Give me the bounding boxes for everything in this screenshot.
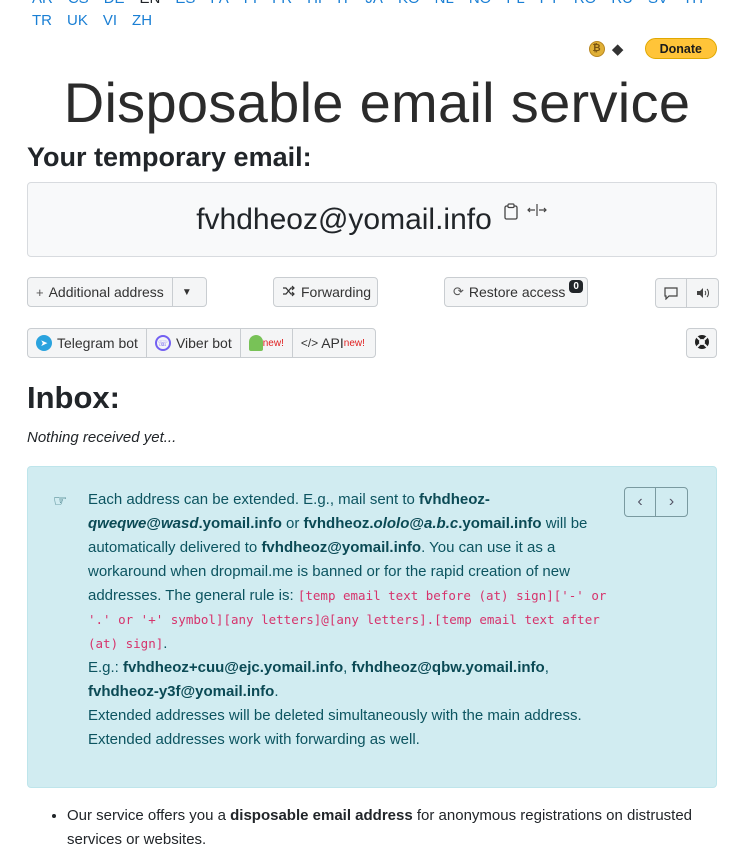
language-list: AR CS DE EN ES FA FI FR HI IT JA KO NL NO PL PT RO RU SV TH… — [32, 0, 732, 32]
pointing-hand-icon: ☞ — [53, 493, 68, 510]
lifebuoy-icon — [694, 334, 710, 353]
telegram-icon: ➤ — [36, 335, 52, 351]
restore-count-badge: 0 — [569, 279, 583, 293]
language-link-ro[interactable]: RO — [574, 0, 597, 10]
speaker-icon[interactable] — [687, 279, 718, 307]
forwarding-button[interactable]: Forwarding — [273, 277, 378, 307]
language-link-nl[interactable]: NL — [435, 0, 454, 10]
example-address-2: fvhdheoz.ololo@a.b.c.yomail.info — [303, 515, 542, 532]
language-link-fr[interactable]: FR — [272, 0, 292, 10]
info-intro: Each address can be extended. E.g., mail… — [88, 491, 420, 508]
language-link-de[interactable]: DE — [104, 0, 125, 10]
language-link-hi[interactable]: HI — [307, 0, 322, 10]
info-forwarding: Extended addresses work with forwarding … — [88, 731, 420, 748]
api-new-badge: new! — [343, 337, 365, 349]
bitcoin-icon[interactable]: ₿ — [588, 40, 605, 57]
language-link-ja[interactable]: JA — [365, 0, 383, 10]
language-link-pl[interactable]: PL — [506, 0, 524, 10]
language-link-tr[interactable]: TR — [32, 10, 52, 32]
info-deleted: Extended addresses will be deleted simul… — [88, 707, 582, 724]
language-link-fi[interactable]: FI — [244, 0, 257, 10]
refresh-icon: ⟳ — [453, 284, 464, 299]
restore-access-button[interactable]: ⟳ Restore access 0 — [444, 277, 588, 307]
android-icon — [248, 335, 263, 351]
example-5: fvhdheoz-y3f@yomail.info — [88, 683, 275, 700]
chevron-down-icon[interactable]: ▼ — [173, 278, 201, 306]
forwarding-label: Forwarding — [301, 284, 372, 300]
chat-icon[interactable] — [656, 279, 687, 307]
language-link-en[interactable]: EN — [140, 0, 161, 10]
page-title: Disposable email service — [63, 71, 691, 134]
additional-address-button[interactable]: + Additional address ▼ — [27, 277, 207, 307]
shuffle-icon — [282, 285, 296, 300]
language-link-pt[interactable]: PT — [540, 0, 559, 10]
plus-icon: + — [36, 284, 44, 300]
language-link-uk[interactable]: UK — [67, 10, 88, 32]
examples-label: E.g.: — [88, 659, 124, 676]
integrations-group: ➤ Telegram bot ☏ Viber bot new! </> API new! — [27, 328, 376, 358]
viber-bot-button[interactable]: ☏ Viber bot — [147, 329, 241, 357]
language-link-fa[interactable]: FA — [210, 0, 228, 10]
language-link-zh[interactable]: ZH — [132, 10, 152, 32]
code-icon: </> — [300, 336, 319, 350]
help-button[interactable] — [686, 328, 717, 358]
clipboard-icon[interactable] — [504, 202, 518, 225]
language-link-cs[interactable]: CS — [68, 0, 89, 10]
api-button[interactable]: </> API new! — [293, 329, 373, 357]
main-address: fvhdheoz@yomail.info — [261, 539, 422, 556]
email-actions — [504, 202, 548, 225]
viber-bot-label: Viber bot — [175, 335, 232, 351]
additional-address-label: Additional address — [48, 284, 164, 300]
info-panel: ☞ ‹ › Each address can be extended. E.g.… — [27, 466, 717, 788]
language-link-ar[interactable]: AR — [32, 0, 53, 10]
email-address[interactable]: fvhdheoz@yomail.info — [196, 203, 492, 237]
feedback-sound-group — [655, 278, 719, 308]
chevron-right-icon[interactable]: › — [656, 488, 687, 516]
donate-button[interactable]: Donate — [644, 38, 717, 59]
viber-icon: ☏ — [154, 335, 171, 351]
language-link-es[interactable]: ES — [175, 0, 195, 10]
language-link-th[interactable]: TH — [683, 0, 703, 10]
info-or: or — [281, 515, 304, 532]
info-text: Each address can be extended. E.g., mail… — [88, 491, 607, 748]
chevron-left-icon[interactable]: ‹ — [625, 488, 656, 516]
list-item: Our service offers you a disposable emai… — [67, 804, 717, 852]
language-link-vi[interactable]: VI — [103, 10, 117, 32]
expand-width-icon[interactable] — [526, 203, 548, 225]
inbox-heading: Inbox: — [27, 380, 120, 415]
example-3: fvhdheoz+cuu@ejc.yomail.info — [123, 659, 344, 676]
telegram-bot-button[interactable]: ➤ Telegram bot — [28, 329, 147, 357]
restore-access-label: Restore access — [468, 284, 566, 300]
language-link-sv[interactable]: SV — [648, 0, 668, 10]
inbox-empty-text: Nothing received yet... — [27, 429, 177, 446]
api-label: API — [321, 335, 344, 351]
example-4: fvhdheoz@qbw.yomail.info — [351, 659, 545, 676]
language-link-it[interactable]: IT — [337, 0, 350, 10]
android-new-badge: new! — [262, 337, 284, 349]
language-link-no[interactable]: NO — [469, 0, 492, 10]
language-link-ru[interactable]: RU — [611, 0, 633, 10]
email-display: fvhdheoz@yomail.info — [27, 182, 717, 257]
features-list: Our service offers you a disposable emai… — [27, 804, 717, 852]
donate-area: ₿ ◆ Donate — [588, 38, 717, 59]
telegram-bot-label: Telegram bot — [57, 335, 138, 351]
language-link-ko[interactable]: KO — [398, 0, 420, 10]
info-pager: ‹ › — [624, 487, 688, 517]
temp-email-heading: Your temporary email: — [27, 142, 312, 172]
ethereum-icon[interactable]: ◆ — [611, 40, 625, 58]
android-app-button[interactable]: new! — [241, 329, 293, 357]
